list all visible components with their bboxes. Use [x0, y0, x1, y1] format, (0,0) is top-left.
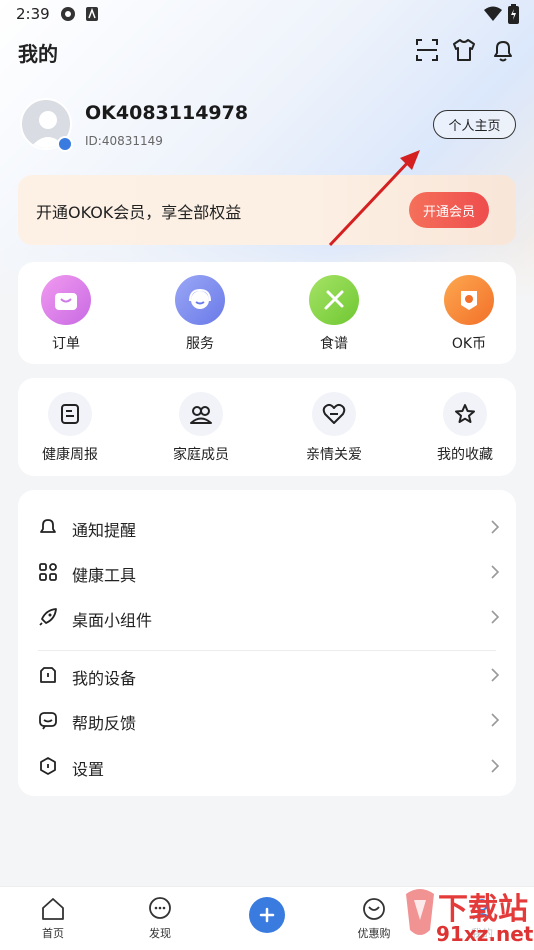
quick-item-label: 订单	[52, 336, 80, 352]
username: OK4083114978	[85, 102, 249, 124]
home-icon	[42, 898, 64, 920]
apps-grid-icon	[39, 563, 57, 581]
status-time: 2:39	[16, 5, 50, 23]
menu-item-label: 我的设备	[72, 669, 137, 688]
star-favorites-icon	[443, 392, 487, 436]
feature-item-label: 亲情关爱	[306, 447, 362, 463]
quick-item-label: 食谱	[320, 336, 348, 352]
edit-avatar-badge-icon[interactable]	[57, 136, 73, 152]
menu-item-label: 健康工具	[72, 566, 137, 585]
nav-label: 优惠购	[357, 927, 391, 940]
quick-actions-card: 订单 服务 食谱 OK币	[18, 262, 516, 364]
heart-care-icon	[312, 392, 356, 436]
feature-item-label: 我的收藏	[437, 447, 493, 463]
quick-item-recipes[interactable]: 食谱	[279, 275, 389, 353]
features-card: 健康周报 家庭成员 亲情关爱 我的收藏	[18, 378, 516, 476]
family-members-icon	[179, 392, 223, 436]
add-icon	[259, 907, 275, 923]
shirt-dress-up-icon[interactable]	[450, 36, 478, 64]
nav-home[interactable]: 首页	[23, 895, 83, 941]
menu-item-notifications[interactable]: 通知提醒	[18, 504, 516, 550]
app-notification-icon	[86, 7, 98, 21]
menu-item-help-feedback[interactable]: 帮助反馈	[18, 697, 516, 743]
nav-deals[interactable]: 优惠购	[344, 895, 404, 941]
page-title: 我的	[18, 42, 58, 66]
vip-banner[interactable]: 开通OKOK会员，享全部权益 开通会员	[18, 175, 516, 245]
settings-icon	[40, 757, 56, 775]
menu-item-label: 设置	[72, 760, 105, 779]
menu-divider	[38, 650, 496, 651]
personal-homepage-button[interactable]: 个人主页	[433, 110, 516, 139]
chevron-right-icon	[491, 610, 500, 624]
health-report-icon	[48, 392, 92, 436]
feature-item-favorites[interactable]: 我的收藏	[410, 392, 520, 464]
user-id: ID:40831149	[85, 134, 163, 148]
quick-item-label: OK币	[451, 336, 487, 352]
discover-chat-icon	[149, 897, 171, 919]
nav-label: 发现	[149, 927, 171, 940]
menu-item-label: 通知提醒	[72, 521, 137, 540]
feedback-icon	[39, 712, 57, 730]
status-bar: 2:39	[0, 0, 534, 30]
menu-card: 通知提醒 健康工具 桌面小组件 我的设备 帮助反馈 设置	[18, 490, 516, 796]
menu-item-desktop-widgets[interactable]: 桌面小组件	[18, 594, 516, 640]
wifi-icon	[484, 6, 502, 21]
fork-knife-icon	[309, 275, 359, 325]
menu-item-health-tools[interactable]: 健康工具	[18, 549, 516, 595]
quick-item-ok-coin[interactable]: OK币	[414, 275, 524, 353]
quick-item-label: 服务	[186, 336, 214, 352]
chevron-right-icon	[491, 668, 500, 682]
menu-item-label: 桌面小组件	[72, 611, 153, 630]
battery-icon	[508, 4, 519, 24]
order-bag-icon	[41, 275, 91, 325]
sync-status-icon	[61, 7, 75, 21]
rocket-icon	[39, 608, 57, 626]
feature-item-family-members[interactable]: 家庭成员	[146, 392, 256, 464]
nav-discover[interactable]: 发现	[130, 895, 190, 941]
menu-item-my-devices[interactable]: 我的设备	[18, 652, 516, 698]
feature-item-label: 健康周报	[42, 447, 98, 463]
headset-service-icon	[175, 275, 225, 325]
annotation-arrow	[328, 150, 420, 247]
quick-item-orders[interactable]: 订单	[11, 275, 121, 353]
device-icon	[40, 667, 56, 683]
bell-icon	[40, 519, 56, 533]
quick-item-service[interactable]: 服务	[145, 275, 255, 353]
scan-icon[interactable]	[413, 36, 441, 64]
feature-item-family-care[interactable]: 亲情关爱	[279, 392, 389, 464]
chevron-right-icon	[491, 565, 500, 579]
add-button[interactable]	[249, 897, 285, 933]
menu-item-label: 帮助反馈	[72, 714, 137, 733]
ok-coin-icon	[444, 275, 494, 325]
notification-bell-icon[interactable]	[489, 36, 517, 64]
shopping-icon	[363, 898, 385, 920]
menu-item-settings[interactable]: 设置	[18, 743, 516, 789]
chevron-right-icon	[491, 713, 500, 727]
chevron-right-icon	[491, 520, 500, 534]
nav-label: 首页	[42, 927, 64, 940]
chevron-right-icon	[491, 759, 500, 773]
feature-item-label: 家庭成员	[173, 447, 229, 463]
feature-item-health-report[interactable]: 健康周报	[15, 392, 125, 464]
vip-promo-text: 开通OKOK会员，享全部权益	[36, 203, 242, 222]
watermark-url: 91xz.net	[434, 922, 534, 946]
